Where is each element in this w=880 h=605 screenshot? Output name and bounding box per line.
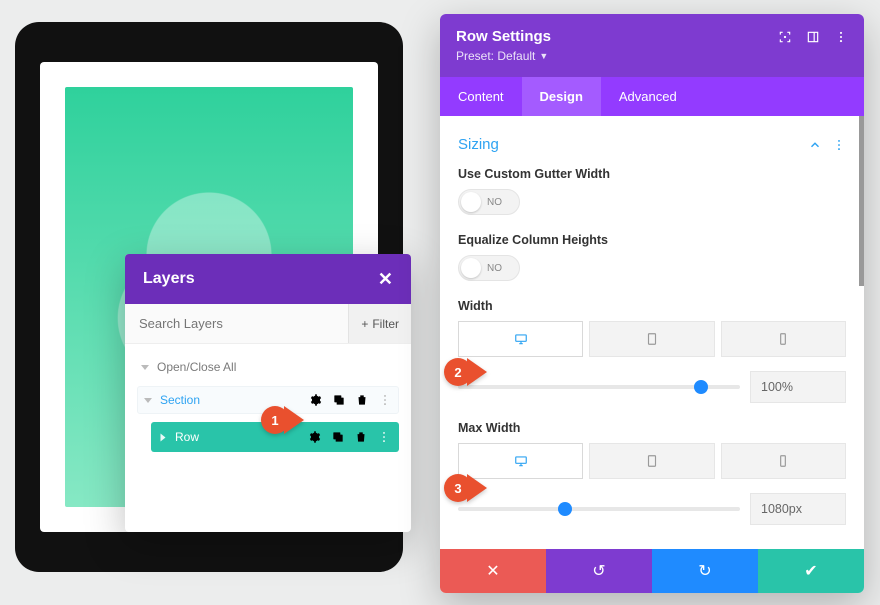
width-value[interactable]: 100% [750,371,846,403]
width-device-selector [458,321,846,357]
max-width-label: Max Width [458,421,846,435]
row-label: Row [175,430,300,444]
maxwidth-value[interactable]: 1080px [750,493,846,525]
panel-header: Row Settings Preset: Default ▼ [440,14,864,77]
panel-icon[interactable] [806,30,820,44]
open-close-label: Open/Close All [157,360,236,374]
device-tablet[interactable] [589,443,714,479]
more-icon[interactable] [378,393,392,407]
tab-content[interactable]: Content [440,77,522,116]
gutter-width-toggle[interactable]: NO [458,189,520,215]
layer-section[interactable]: Section [137,386,399,414]
layers-panel: Layers ✕ + Filter Open/Close All Section… [125,254,411,532]
section-sizing-header[interactable]: Sizing [458,132,846,167]
caret-down-icon [141,365,149,370]
duplicate-icon[interactable] [332,393,346,407]
caret-down-icon: ▼ [539,51,548,61]
row-settings-panel: Row Settings Preset: Default ▼ Content D… [440,14,864,593]
redo-button[interactable]: ↻ [652,549,758,593]
device-phone[interactable] [721,443,846,479]
equalize-heights-label: Equalize Column Heights [458,233,846,247]
panel-tabs: Content Design Advanced [440,77,864,116]
layers-search-bar: + Filter [125,304,411,344]
more-icon[interactable] [834,30,848,44]
panel-body: Sizing Use Custom Gutter Width NO Equali… [440,116,864,549]
focus-icon[interactable] [778,30,792,44]
device-desktop[interactable] [458,443,583,479]
more-icon[interactable] [832,138,846,152]
gutter-width-label: Use Custom Gutter Width [458,167,846,181]
maxwidth-device-selector [458,443,846,479]
width-label: Width [458,299,846,313]
tab-design[interactable]: Design [522,77,601,116]
layers-title: Layers [143,270,195,288]
tab-advanced[interactable]: Advanced [601,77,695,116]
more-icon[interactable] [377,430,391,444]
maxwidth-slider[interactable] [458,507,740,511]
width-slider[interactable] [458,385,740,389]
duplicate-icon[interactable] [331,430,345,444]
trash-icon[interactable] [354,430,368,444]
device-tablet[interactable] [589,321,714,357]
toggle-value: NO [487,263,502,274]
save-button[interactable]: ✔ [758,549,864,593]
device-desktop[interactable] [458,321,583,357]
toggle-value: NO [487,197,502,208]
scrollbar[interactable] [859,116,864,286]
trash-icon[interactable] [355,393,369,407]
undo-button[interactable]: ↺ [546,549,652,593]
device-phone[interactable] [721,321,846,357]
close-icon[interactable]: ✕ [378,269,393,290]
layer-row[interactable]: Row [151,422,399,452]
preset-dropdown[interactable]: Preset: Default ▼ [456,49,848,63]
caret-right-icon [161,433,166,441]
discard-button[interactable]: ✕ [440,549,546,593]
panel-title: Row Settings [456,28,778,45]
chevron-up-icon[interactable] [808,138,822,152]
layers-body: Open/Close All Section Row [125,344,411,532]
layers-header: Layers ✕ [125,254,411,304]
filter-button[interactable]: + Filter [348,304,411,343]
filter-label: Filter [372,317,399,331]
width-slider-row: 100% [458,371,846,403]
gear-icon[interactable] [309,393,323,407]
open-close-all[interactable]: Open/Close All [137,354,399,386]
preset-label: Preset: Default [456,49,535,63]
maxwidth-slider-row: 1080px [458,493,846,525]
panel-footer: ✕ ↺ ↻ ✔ [440,549,864,593]
equalize-heights-toggle[interactable]: NO [458,255,520,281]
section-title: Sizing [458,136,808,153]
caret-down-icon [144,398,152,403]
section-label: Section [160,393,301,407]
plus-icon: + [361,317,368,331]
search-input[interactable] [125,304,348,343]
gear-icon[interactable] [308,430,322,444]
